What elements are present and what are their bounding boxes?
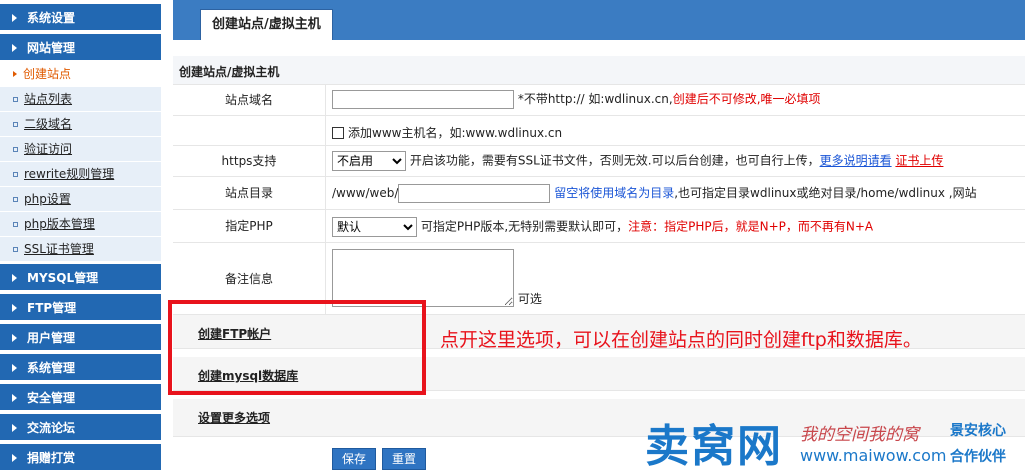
php-note-warning: 注意：指定PHP后，就是N+P，而不再有N+A [628, 219, 874, 234]
bullet-icon [13, 247, 18, 252]
site-dir-input[interactable] [398, 184, 551, 203]
https-note: 开启该功能，需要有SSL证书文件，否则无效.可以后台创建，也可自行上传， [409, 153, 820, 168]
caret-right-icon [12, 274, 17, 282]
caret-right-icon [12, 14, 17, 22]
php-note: 可指定PHP版本,无特别需要默认即可， [420, 219, 629, 234]
caret-right-icon [12, 394, 17, 402]
sidebar-item-ssl[interactable]: SSL证书管理 [0, 237, 161, 262]
annotation-text: 点开这里选项，可以在创建站点的同时创建ftp和数据库。 [440, 329, 922, 351]
caret-right-icon [12, 364, 17, 372]
remark-hint: 可选 [517, 292, 542, 306]
sidebar-section-system-settings[interactable]: 系统设置 [0, 4, 161, 32]
site-dir-label: 站点目录 [173, 177, 326, 209]
form-title: 创建站点/虚拟主机 [179, 65, 280, 79]
row-php: 指定PHP 默认 可指定PHP版本,无特别需要默认即可，注意：指定PHP后，就是… [173, 210, 1025, 243]
bullet-icon [13, 122, 18, 127]
bullet-icon [13, 147, 18, 152]
reset-button[interactable]: 重置 [382, 448, 427, 470]
caret-right-icon [12, 44, 17, 52]
sidebar-section-website[interactable]: 网站管理 [0, 34, 161, 62]
domain-label: 站点域名 [173, 85, 326, 115]
sidebar-item-subdomain[interactable]: 二级域名 [0, 112, 161, 137]
sidebar-section-donate[interactable]: 捐赠打赏 [0, 444, 161, 472]
sidebar-section-mysql[interactable]: MYSQL管理 [0, 264, 161, 292]
sidebar-section-users[interactable]: 用户管理 [0, 324, 161, 352]
php-label: 指定PHP [173, 210, 326, 242]
sidebar-section-forum[interactable]: 交流论坛 [0, 414, 161, 442]
row-domain: 站点域名 *不带http:// 如:wdlinux.cn,创建后不可修改,唯一必… [173, 85, 1025, 116]
sidebar-section-ftp[interactable]: FTP管理 [0, 294, 161, 322]
site-dir-note: ,也可指定目录wdlinux或绝对目录/home/wdlinux ,网站 [674, 186, 977, 200]
https-label: https支持 [173, 146, 326, 176]
bullet-icon [13, 222, 18, 227]
watermark-partner-line2: 合作伙伴 [950, 449, 1006, 465]
php-version-select[interactable]: 默认 [332, 217, 417, 237]
row-https: https支持 不启用 开启该功能，需要有SSL证书文件，否则无效.可以后台创建… [173, 146, 1025, 177]
caret-right-icon [12, 454, 17, 462]
highlight-box [168, 300, 426, 395]
watermark-url: www.maiwow.com [800, 446, 947, 465]
remark-textarea[interactable] [332, 249, 514, 307]
https-more-info-link[interactable]: 更多说明请看 [820, 154, 892, 168]
save-button[interactable]: 保存 [332, 448, 377, 470]
sidebar-item-php-version[interactable]: php版本管理 [0, 212, 161, 237]
domain-note-required: 创建后不可修改,唯一必填项 [672, 92, 821, 106]
domain-note: *不带http:// 如:wdlinux.cn, [517, 92, 673, 106]
sidebar-item-rewrite[interactable]: rewrite规则管理 [0, 162, 161, 187]
row-www: 添加www主机名，如:www.wdlinux.cn [173, 116, 1025, 146]
watermark-slogan: 我的空间我的窝 [800, 425, 919, 445]
caret-right-icon [13, 71, 17, 77]
watermark: 卖窝网 我的空间我的窝 www.maiwow.com 景安核心 合作伙伴 [645, 410, 1025, 473]
sidebar-item-create-site[interactable]: 创建站点 [0, 62, 161, 87]
bullet-icon [13, 97, 18, 102]
caret-right-icon [12, 304, 17, 312]
caret-right-icon [12, 424, 17, 432]
site-dir-prefix: /www/web/ [332, 186, 399, 200]
sidebar: 系统设置 网站管理 创建站点 站点列表 二级域名 验证访问 rewrite规则管… [0, 0, 161, 473]
bullet-icon [13, 197, 18, 202]
tab-create-site[interactable]: 创建站点/虚拟主机 [200, 9, 333, 40]
more-options-link[interactable]: 设置更多选项 [198, 409, 270, 426]
row-site-dir: 站点目录 /www/web/ 留空将使用域名为目录,也可指定目录wdlinux或… [173, 177, 1025, 210]
bullet-icon [13, 172, 18, 177]
sidebar-section-security[interactable]: 安全管理 [0, 384, 161, 412]
form-header: 创建站点/虚拟主机 [173, 56, 1025, 85]
caret-right-icon [12, 334, 17, 342]
add-www-checkbox[interactable] [332, 127, 344, 139]
sidebar-section-system-mgmt[interactable]: 系统管理 [0, 354, 161, 382]
site-dir-note-default: 留空将使用域名为目录 [554, 186, 675, 200]
add-www-label: 添加www主机名，如:www.wdlinux.cn [348, 126, 563, 140]
cert-upload-link[interactable]: 证书上传 [895, 154, 943, 168]
watermark-partner-line1: 景安核心 [950, 423, 1006, 439]
domain-input[interactable] [332, 90, 514, 109]
sidebar-item-site-list[interactable]: 站点列表 [0, 87, 161, 112]
sidebar-item-auth-access[interactable]: 验证访问 [0, 137, 161, 162]
watermark-brand: 卖窝网 [645, 421, 783, 472]
https-select[interactable]: 不启用 [332, 151, 406, 171]
sidebar-item-php-settings[interactable]: php设置 [0, 187, 161, 212]
